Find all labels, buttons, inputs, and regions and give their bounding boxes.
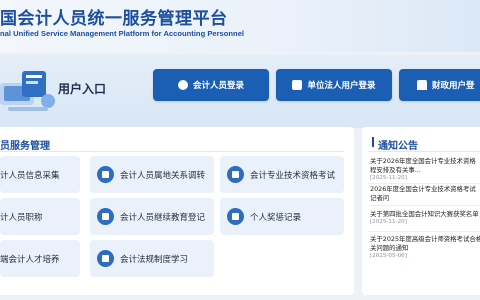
service-tile-rewards-record[interactable]: 个人奖惩记录	[220, 198, 344, 235]
education-icon	[97, 208, 114, 225]
person-icon	[177, 80, 188, 90]
notice-separator	[368, 205, 480, 206]
service-tile-territory-transfer[interactable]: 会计人员属地关系调转	[90, 156, 214, 193]
notice-date: [2025-11-20]	[370, 175, 407, 181]
regulation-icon	[97, 250, 114, 267]
site-title: 国会计人员统一服务管理平台	[0, 9, 228, 29]
notice-title: 关于第四批全国会计知识大赛获奖名单	[370, 210, 479, 218]
site-header: 国会计人员统一服务管理平台 nal Unified Service Manage…	[0, 0, 480, 52]
notice-date: [2025-11-20]	[370, 219, 407, 225]
service-label: 个人奖惩记录	[250, 212, 302, 223]
site-subtitle: nal Unified Service Management Platform …	[0, 29, 245, 38]
notice-separator	[368, 183, 480, 184]
notices-title: 通知公告	[378, 141, 418, 152]
accountant-login-label: 会计人员登录	[192, 81, 244, 91]
notice-item[interactable]: 关于2026年度全国会计专业技术资格 程安排及有关事... [2025-11-2…	[370, 157, 480, 181]
service-tile-talent-training[interactable]: 端会计人才培养	[0, 240, 80, 277]
service-label: 会计人员继续教育登记	[120, 212, 206, 223]
service-tile-regulation-study[interactable]: 会计法规制度学习	[90, 240, 214, 277]
notice-date: [2025-05-06]	[370, 253, 407, 259]
legal-entity-login-button[interactable]: 单位法人用户登录	[276, 69, 392, 101]
notice-item[interactable]: 关于第四批全国会计知识大赛获奖名单 [2025-11-20]	[370, 210, 480, 225]
service-label: 计人员信息采集	[0, 170, 60, 181]
building-icon	[292, 80, 303, 90]
service-tile-info-collection[interactable]: 计人员信息采集	[0, 156, 80, 193]
notice-separator	[368, 231, 480, 232]
service-label: 计人员职称	[0, 212, 43, 223]
notice-title-line2: 程安排及有关事...	[370, 166, 421, 174]
service-tile-professional-title[interactable]: 计人员职称	[0, 198, 80, 235]
services-divider	[0, 151, 344, 152]
service-label: 会计法规制度学习	[120, 254, 189, 265]
user-entry-illustration-icon	[0, 71, 55, 111]
accountant-login-button[interactable]: 会计人员登录	[153, 69, 269, 101]
notice-item[interactable]: 关于2025年度高级会计师资格考试合格 关问题的通知 [2025-05-06]	[370, 235, 480, 259]
service-tile-qualification-exam[interactable]: 会计专业技术资格考试	[220, 156, 344, 193]
record-icon	[227, 208, 244, 225]
transfer-icon	[97, 166, 114, 183]
notice-title: 关于2025年度高级会计师资格考试合格	[370, 235, 480, 243]
notice-title: 关于2026年度全国会计专业技术资格	[370, 157, 476, 165]
service-label: 端会计人才培养	[0, 254, 60, 265]
notice-title-line2: 记者问	[370, 194, 390, 202]
service-label: 会计人员属地关系调转	[120, 170, 206, 181]
finance-user-login-button[interactable]: 财政用户登	[399, 69, 480, 101]
notice-title-line2: 关问题的通知	[370, 244, 409, 252]
notices-title-bar	[372, 137, 374, 147]
notice-title: 2026年度全国会计专业技术资格考试	[370, 185, 476, 193]
service-tile-continuing-education[interactable]: 会计人员继续教育登记	[90, 198, 214, 235]
finance-user-login-label: 财政用户登	[432, 81, 475, 91]
exam-icon	[227, 166, 244, 183]
notices-divider	[368, 151, 480, 152]
legal-entity-login-label: 单位法人用户登录	[307, 81, 376, 91]
service-label: 会计专业技术资格考试	[250, 170, 336, 181]
notice-item[interactable]: 2026年度全国会计专业技术资格考试 记者问	[370, 185, 480, 203]
services-title: 员服务管理	[0, 141, 50, 152]
government-icon	[417, 80, 427, 90]
user-entry-title: 用户入口	[58, 82, 107, 96]
